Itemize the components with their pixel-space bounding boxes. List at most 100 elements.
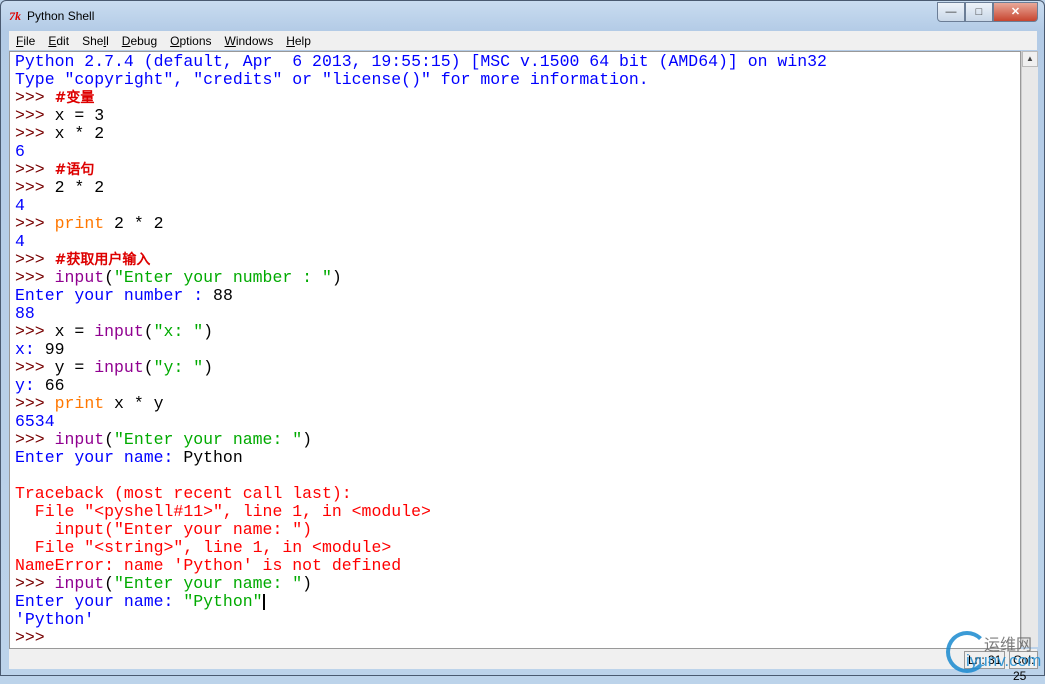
shell-text-console: >>> xyxy=(15,88,55,107)
shell-text-console: >>> xyxy=(15,574,55,593)
menu-debug[interactable]: Debug xyxy=(115,34,163,48)
shell-text-stdout: 4 xyxy=(15,196,25,215)
menu-label-part: She xyxy=(82,33,104,48)
shell-line: >>> #获取用户输入 xyxy=(15,251,827,269)
shell-text-console: >>> xyxy=(15,358,55,377)
shell-text-cm: #语句 xyxy=(54,162,95,178)
shell-line: >>> #语句 xyxy=(15,161,827,179)
scroll-up-arrow-icon[interactable]: ▲ xyxy=(1022,51,1038,67)
shell-text-stdin: x = 3 xyxy=(54,106,105,125)
shell-text-bi: input xyxy=(54,574,105,593)
menu-label-part: dit xyxy=(56,33,70,48)
shell-text-stdin: ) xyxy=(302,430,313,449)
status-bar: Ln: 31 Col: 25 xyxy=(9,649,1039,683)
shell-line: Enter your name: "Python" xyxy=(15,593,827,611)
shell-text-stdin: ( xyxy=(143,358,154,377)
shell-text-stdin: ( xyxy=(104,430,115,449)
menu-label-part: l xyxy=(106,33,109,48)
shell-line: >>> print x * y xyxy=(15,395,827,413)
shell-line: y: 66 xyxy=(15,377,827,395)
shell-text-stdin: ( xyxy=(104,268,115,287)
shell-text-err: File "<string>", line 1, in <module> xyxy=(15,538,392,557)
shell-text-stdin: ) xyxy=(203,322,214,341)
menu-file[interactable]: File xyxy=(9,34,41,48)
shell-text-stdin: 2 * 2 xyxy=(104,214,164,233)
maximize-button[interactable]: □ xyxy=(965,2,993,22)
menu-mnemonic: W xyxy=(224,33,236,48)
shell-text-kw: print xyxy=(54,214,105,233)
shell-text-stdin: ) xyxy=(302,574,313,593)
minimize-button[interactable]: — xyxy=(937,2,965,22)
shell-text-str: "y: " xyxy=(153,358,204,377)
shell-text-stdout: 4 xyxy=(15,232,25,251)
window-title: Python Shell xyxy=(27,9,95,23)
shell-line: NameError: name 'Python' is not defined xyxy=(15,557,827,575)
menu-shell[interactable]: Shell xyxy=(75,34,115,48)
shell-text-bi: input xyxy=(54,268,105,287)
shell-line: >>> xyxy=(15,629,827,647)
shell-text-area[interactable]: Python 2.7.4 (default, Apr 6 2013, 19:55… xyxy=(9,51,1021,649)
menu-options[interactable]: Options xyxy=(163,34,217,48)
shell-text-str: "Enter your number : " xyxy=(114,268,332,287)
close-button[interactable]: ✕ xyxy=(993,2,1038,22)
shell-line: >>> input("Enter your number : ") xyxy=(15,269,827,287)
shell-text-stdin: 2 * 2 xyxy=(54,178,105,197)
shell-line: >>> x = input("x: ") xyxy=(15,323,827,341)
shell-text-stdin: ( xyxy=(104,574,115,593)
shell-text-err: File "<pyshell#11>", line 1, in <module> xyxy=(15,502,431,521)
shell-text-console: >>> xyxy=(15,394,55,413)
text-cursor xyxy=(262,593,265,610)
shell-line: File "<pyshell#11>", line 1, in <module> xyxy=(15,503,827,521)
shell-line: >>> x * 2 xyxy=(15,125,827,143)
shell-text-console: >>> xyxy=(15,322,55,341)
shell-output: Python 2.7.4 (default, Apr 6 2013, 19:55… xyxy=(15,53,827,647)
menu-mnemonic: H xyxy=(286,33,295,48)
shell-text-stdout: y: xyxy=(15,376,45,395)
shell-text-err: Traceback (most recent call last): xyxy=(15,484,352,503)
shell-text-stdout: x: xyxy=(15,340,45,359)
shell-text-str: "Enter your name: " xyxy=(114,574,303,593)
shell-text-stdout: Enter your name: xyxy=(15,592,184,611)
shell-text-bi: input xyxy=(54,430,105,449)
menu-label-part: ile xyxy=(23,33,36,48)
shell-text-stdin: 88 xyxy=(213,286,233,305)
shell-text-console: >>> xyxy=(15,214,55,233)
shell-line: >>> 2 * 2 xyxy=(15,179,827,197)
menu-label-part: indows xyxy=(235,33,274,48)
watermark-en: iyunv.com xyxy=(966,651,1042,670)
shell-text-stdin: 99 xyxy=(44,340,65,359)
shell-text-str: "Enter your name: " xyxy=(114,430,303,449)
shell-line: File "<string>", line 1, in <module> xyxy=(15,539,827,557)
shell-line: 4 xyxy=(15,197,827,215)
shell-line: input("Enter your name: ") xyxy=(15,521,827,539)
shell-text-stdin: x * 2 xyxy=(54,124,105,143)
shell-text-stdin: ) xyxy=(203,358,214,377)
shell-line: 4 xyxy=(15,233,827,251)
shell-line: 'Python' xyxy=(15,611,827,629)
shell-line: >>> x = 3 xyxy=(15,107,827,125)
vertical-scrollbar[interactable]: ▲ xyxy=(1021,51,1038,647)
shell-text-stdout: Enter your number : xyxy=(15,286,214,305)
menu-edit[interactable]: Edit xyxy=(41,34,75,48)
shell-text-stdin: ) xyxy=(331,268,342,287)
menu-windows[interactable]: Windows xyxy=(218,34,280,48)
shell-text-bi: input xyxy=(94,322,144,341)
shell-text-console: >>> xyxy=(15,628,55,647)
shell-line: >>> input("Enter your name: ") xyxy=(15,575,827,593)
shell-text-stdout: 88 xyxy=(15,304,35,323)
shell-line: >>> print 2 * 2 xyxy=(15,215,827,233)
shell-line: Python 2.7.4 (default, Apr 6 2013, 19:55… xyxy=(15,53,827,71)
menu-label-part: ptions xyxy=(179,33,212,48)
shell-text-stdin: x * y xyxy=(104,394,164,413)
shell-line: Type "copyright", "credits" or "license(… xyxy=(15,71,827,89)
menu-label-part: ebug xyxy=(130,33,158,48)
menu-help[interactable]: Help xyxy=(279,34,317,48)
menu-bar: File Edit Shell Debug Options Windows Help xyxy=(9,31,1037,50)
shell-text-stdout: 'Python' xyxy=(15,610,95,629)
shell-text-stdin: y = xyxy=(54,358,95,377)
shell-text-console: >>> xyxy=(15,178,55,197)
shell-line: 6 xyxy=(15,143,827,161)
title-bar: 7k Python Shell xyxy=(9,7,94,25)
menu-label-part: elp xyxy=(294,33,311,48)
shell-line: Enter your name: Python xyxy=(15,449,827,467)
